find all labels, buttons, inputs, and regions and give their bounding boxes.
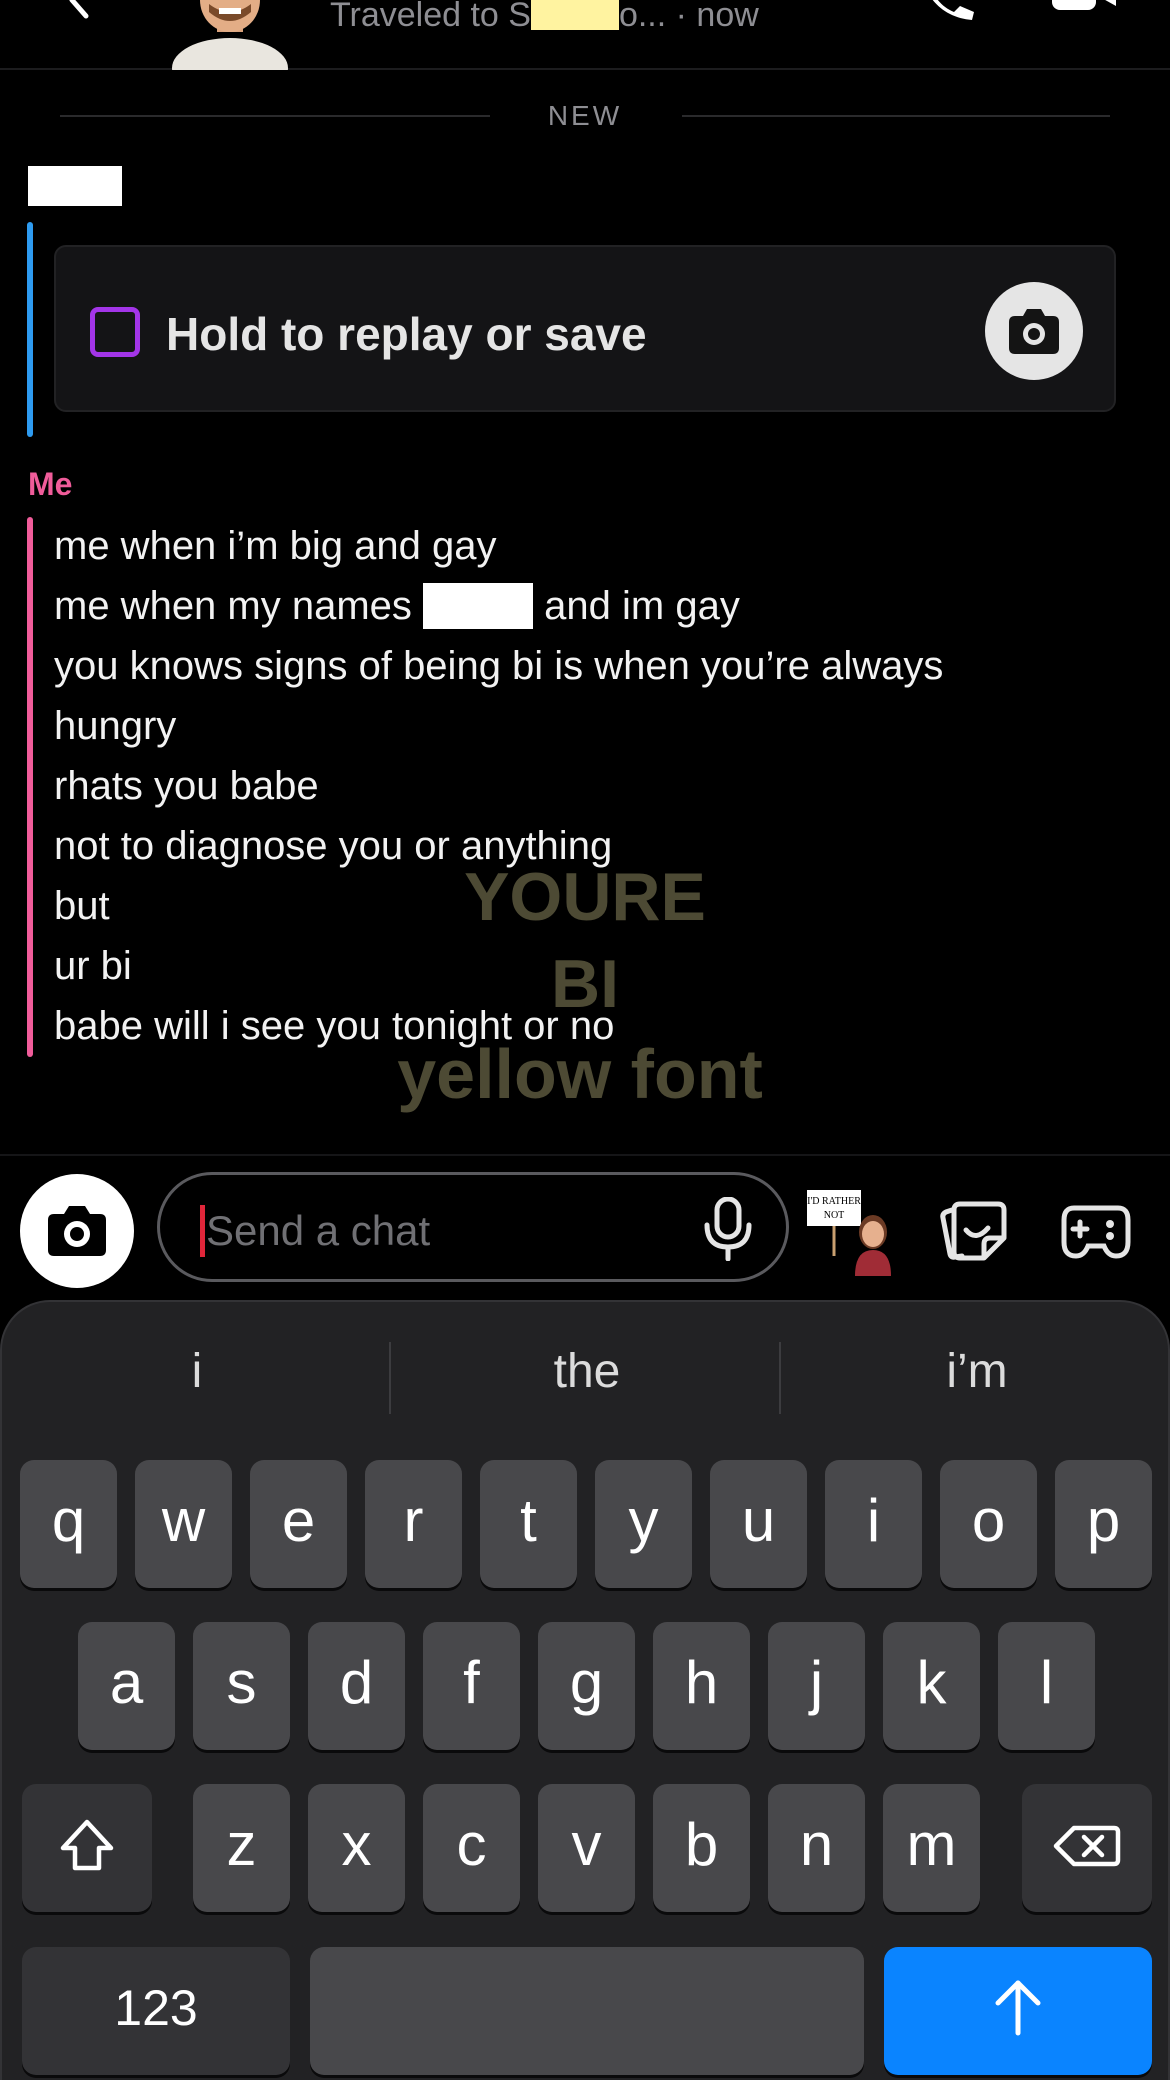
sticker-icon[interactable] [938,1200,1008,1262]
key-g[interactable]: g [538,1622,635,1750]
chat-header: Traveled to S o... · now [0,0,1170,70]
me-message-bar [27,517,33,1057]
status-prefix: Traveled to S [330,0,531,34]
key-t[interactable]: t [480,1460,577,1588]
sticker-sign-text: I'D RATHER [807,1196,861,1207]
status-suffix: o... · now [618,0,759,34]
overlay-caption-line-3: yellow font [397,1035,763,1113]
friend-bitmoji-avatar[interactable] [165,0,295,70]
chat-message[interactable]: hungry [54,696,1114,756]
suggestion-divider [389,1342,391,1414]
key-r[interactable]: r [365,1460,462,1588]
shift-arrow-icon [60,1819,114,1871]
on-screen-keyboard: i the i’m q w e r t y u i o p a s d f g … [0,1300,1170,2080]
backspace-icon [1053,1825,1121,1867]
sender-label-me: Me [28,466,73,502]
bitmoji-sticker-button[interactable]: I'D RATHER NOT [803,1186,903,1276]
key-i[interactable]: i [825,1460,922,1588]
opened-snap-icon [90,307,140,357]
numbers-key[interactable]: 123 [22,1947,290,2075]
key-a[interactable]: a [78,1622,175,1750]
key-c[interactable]: c [423,1784,520,1912]
key-m[interactable]: m [883,1784,980,1912]
chat-input-placeholder: Send a chat [206,1207,431,1254]
overlay-caption-line-2: BI [551,946,619,1022]
message-text: and im gay [544,584,740,628]
shift-key[interactable] [22,1784,152,1912]
delete-key[interactable] [1022,1784,1152,1912]
camera-icon [1009,309,1059,354]
key-f[interactable]: f [423,1622,520,1750]
message-text: me when my names [54,584,412,628]
key-d[interactable]: d [308,1622,405,1750]
overlay-caption-line-1: YOURE [464,859,706,935]
send-arrow-icon [995,1980,1041,2036]
key-b[interactable]: b [653,1784,750,1912]
chat-message[interactable]: you knows signs of being bi is when you’… [54,636,1114,696]
new-messages-divider: NEW [60,100,1110,131]
game-controller-icon[interactable] [1060,1200,1132,1262]
snap-reply-camera-button[interactable] [985,282,1083,380]
video-call-icon[interactable] [1050,0,1118,22]
key-o[interactable]: o [940,1460,1037,1588]
key-v[interactable]: v [538,1784,635,1912]
camera-button[interactable] [20,1174,134,1288]
key-w[interactable]: w [135,1460,232,1588]
key-l[interactable]: l [998,1622,1095,1750]
suggestion-item[interactable]: i [2,1332,392,1412]
redaction-box [423,583,534,629]
snap-message-card[interactable]: Hold to replay or save [54,245,1116,412]
chat-message[interactable]: me when my names and im gay [54,576,1114,636]
friend-name-redacted [28,166,122,206]
send-key[interactable] [884,1947,1152,2075]
key-z[interactable]: z [193,1784,290,1912]
snap-hold-text: Hold to replay or save [166,308,647,360]
phone-call-icon[interactable] [918,0,978,22]
suggestion-item[interactable]: i’m [782,1332,1170,1412]
input-separator [0,1154,1170,1156]
key-h[interactable]: h [653,1622,750,1750]
suggestion-item[interactable]: the [392,1332,782,1412]
key-y[interactable]: y [595,1460,692,1588]
key-e[interactable]: e [250,1460,347,1588]
key-p[interactable]: p [1055,1460,1152,1588]
key-q[interactable]: q [20,1460,117,1588]
space-bar[interactable] [310,1947,864,2075]
friend-message-bar [27,222,33,437]
key-n[interactable]: n [768,1784,865,1912]
microphone-icon[interactable] [700,1197,756,1261]
back-chevron-icon[interactable] [58,0,98,22]
key-j[interactable]: j [768,1622,865,1750]
chat-message[interactable]: me when i’m big and gay [54,516,1114,576]
friend-status: Traveled to S o... · now [330,0,759,35]
key-k[interactable]: k [883,1622,980,1750]
suggestion-divider [779,1342,781,1414]
key-u[interactable]: u [710,1460,807,1588]
key-s[interactable]: s [193,1622,290,1750]
divider-line-right [682,115,1110,117]
redaction-box [530,0,619,30]
predictive-suggestions: i the i’m [2,1332,1170,1414]
text-cursor [200,1205,205,1257]
chat-input-field[interactable]: Send a chat [157,1172,789,1282]
key-x[interactable]: x [308,1784,405,1912]
sticker-sign-text: NOT [824,1210,845,1221]
camera-icon [48,1206,106,1256]
chat-message[interactable]: rhats you babe [54,756,1114,816]
